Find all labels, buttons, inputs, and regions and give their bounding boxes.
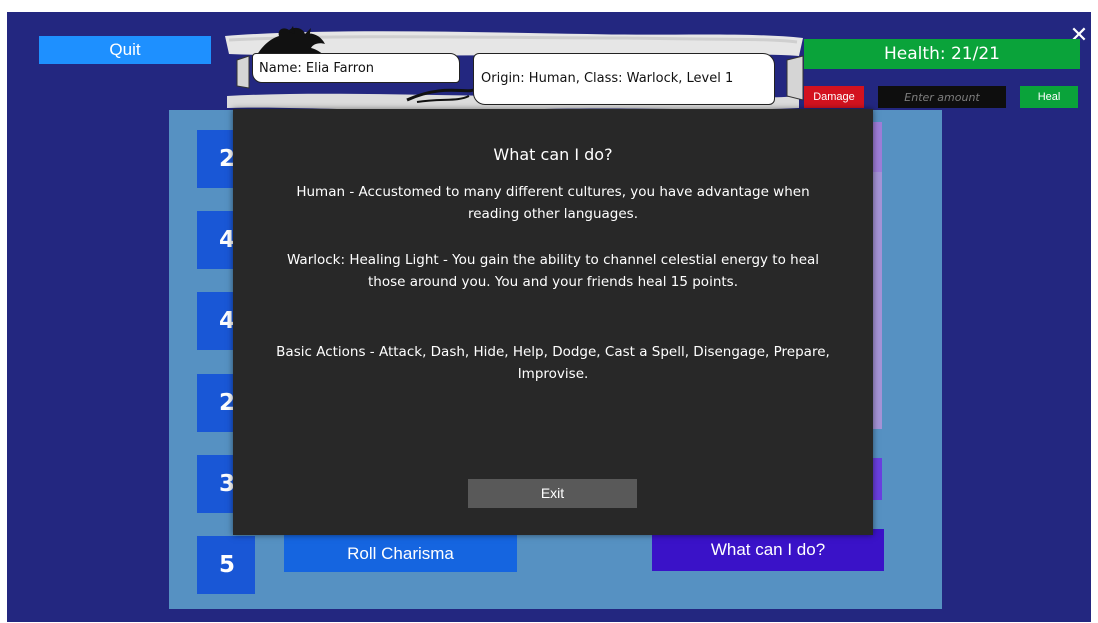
- game-screen: ✕ Quit Name: Elia Farron Origin: Human, …: [7, 12, 1091, 622]
- quit-button[interactable]: Quit: [39, 36, 211, 64]
- damage-button[interactable]: Damage: [804, 86, 864, 108]
- basic-actions-text: Basic Actions - Attack, Dash, Hide, Help…: [276, 344, 830, 382]
- class-ability-text: Warlock: Healing Light - You gain the ab…: [286, 252, 820, 290]
- character-origin-field: Origin: Human, Class: Warlock, Level 1: [473, 53, 775, 105]
- health-display: Health: 21/21: [804, 39, 1080, 69]
- character-name-field: Name: Elia Farron: [252, 53, 460, 83]
- roll-charisma-button[interactable]: Roll Charisma: [284, 535, 517, 572]
- stat-score-box: 5: [197, 536, 255, 594]
- character-banner: Name: Elia Farron Origin: Human, Class: …: [207, 26, 807, 112]
- heal-button[interactable]: Heal: [1020, 86, 1078, 108]
- exit-button[interactable]: Exit: [468, 479, 637, 508]
- race-ability-text: Human - Accustomed to many different cul…: [296, 184, 810, 222]
- amount-input[interactable]: [878, 86, 1006, 108]
- what-can-i-do-button[interactable]: What can I do?: [652, 529, 884, 571]
- dialog-title: What can I do?: [493, 145, 613, 164]
- what-can-i-do-dialog: What can I do? Human - Accustomed to man…: [233, 109, 873, 535]
